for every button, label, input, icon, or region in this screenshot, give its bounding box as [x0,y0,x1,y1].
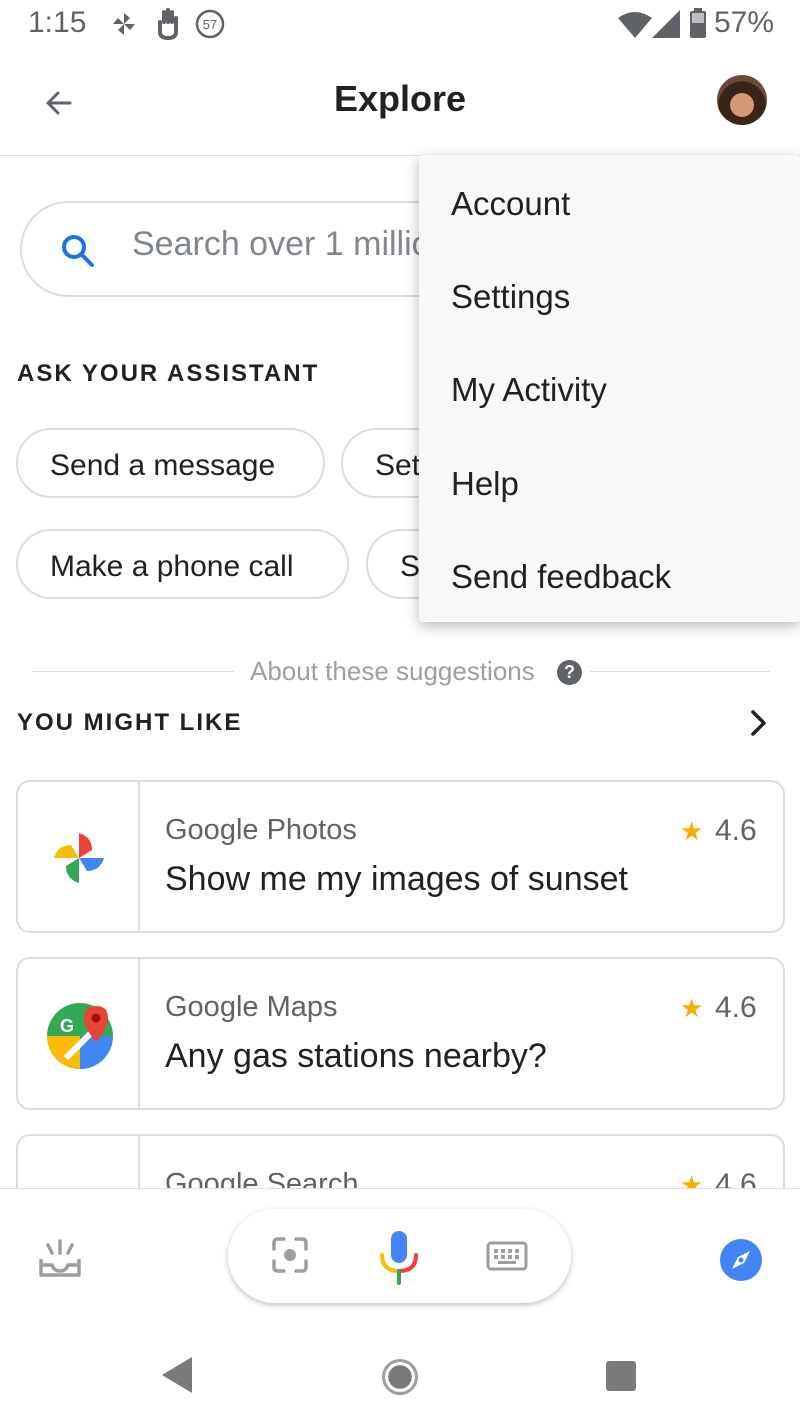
menu-item-settings[interactable]: Settings [419,250,800,343]
wifi-icon [618,12,652,38]
you-might-like-heading: YOU MIGHT LIKE [17,709,243,736]
app-bar: Explore [0,50,800,156]
divider-right [590,671,770,672]
bottom-bar [0,1188,800,1422]
svg-text:57: 57 [203,17,217,32]
menu-item-help[interactable]: Help [419,437,800,530]
google-photos-icon [54,833,104,883]
menu-item-send-feedback[interactable]: Send feedback [419,530,800,623]
star-icon: ★ [680,816,704,846]
hand-notification-icon [158,8,178,40]
microphone-icon[interactable] [378,1229,420,1285]
card-app-name: Google Photos [165,814,357,846]
ask-assistant-heading: ASK YOUR ASSISTANT [17,360,320,387]
avatar[interactable] [717,75,767,125]
star-icon: ★ [680,993,704,1023]
chevron-right-icon[interactable] [748,708,770,738]
battery-icon [690,8,706,38]
chip-send-message[interactable]: Send a message [16,428,325,498]
card-app-name: Google Maps [165,991,338,1023]
google-maps-icon: G [47,1003,113,1069]
lens-icon[interactable] [270,1235,310,1275]
card-query: Show me my images of sunset [165,860,628,898]
nav-recents-icon[interactable] [606,1361,636,1391]
card-query: Any gas stations nearby? [165,1037,547,1075]
menu-item-my-activity[interactable]: My Activity [419,343,800,436]
card-rating: 4.6 [715,991,757,1024]
nav-back-icon[interactable] [160,1355,194,1395]
assistant-input-pill [228,1209,571,1303]
status-bar: 1:15 57 57% [0,0,800,50]
search-icon [62,235,94,267]
suggestion-card-maps[interactable]: G Google Maps Any gas stations nearby? ★… [16,957,785,1110]
nav-home-icon[interactable] [382,1359,418,1395]
overflow-menu: Account Settings My Activity Help Send f… [419,155,800,622]
about-suggestions-link[interactable]: About these suggestions [250,656,535,687]
compass-icon[interactable] [720,1239,762,1281]
updates-tray-icon[interactable] [38,1239,82,1279]
svg-text:G: G [60,1016,74,1036]
pinwheel-notification-icon [113,13,135,35]
suggestion-card-photos[interactable]: Google Photos Show me my images of sunse… [16,780,785,933]
signal-icon [652,10,680,38]
menu-item-account[interactable]: Account [419,157,800,250]
battery-percentage: 57% [714,6,775,39]
status-time: 1:15 [28,6,87,39]
keyboard-icon[interactable] [486,1241,528,1271]
page-title: Explore [333,78,467,119]
badge-notification-icon: 57 [195,9,225,39]
help-icon[interactable]: ? [557,660,582,685]
card-rating: 4.6 [715,814,757,847]
chip-make-phone-call[interactable]: Make a phone call [16,529,349,599]
divider-left [32,671,234,672]
